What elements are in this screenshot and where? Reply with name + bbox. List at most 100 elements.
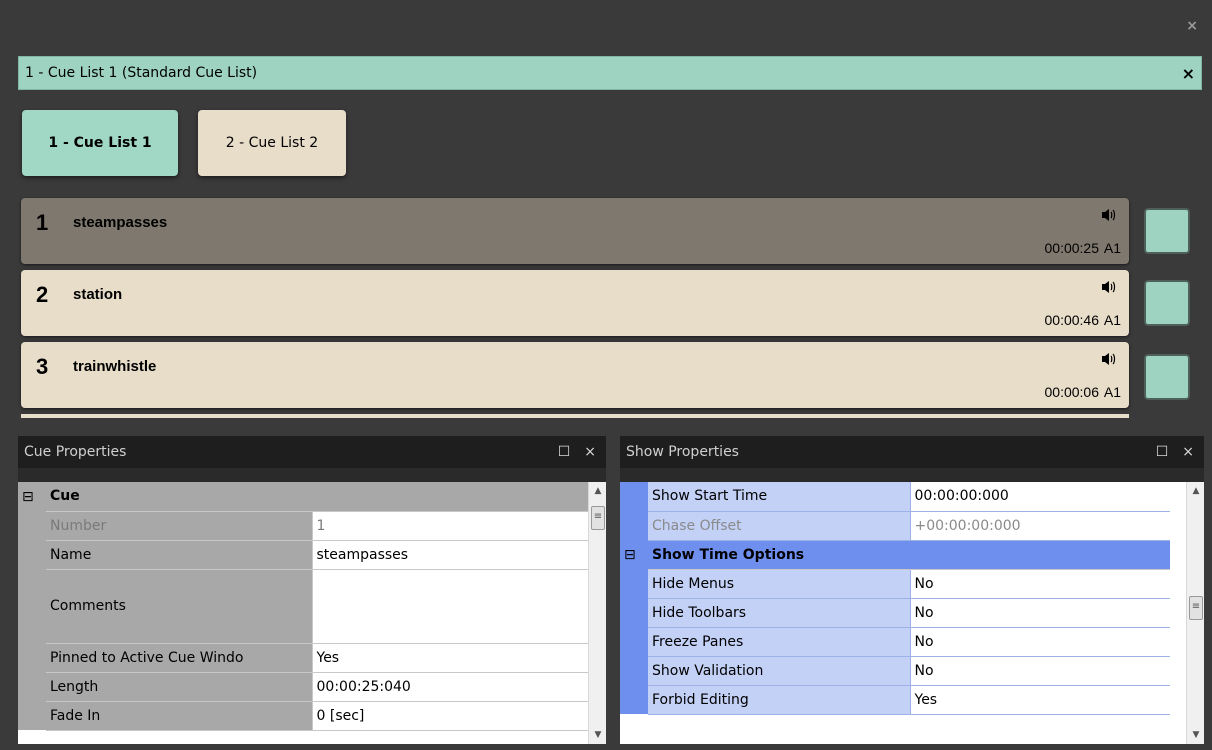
- category-label: Cue: [46, 482, 590, 512]
- property-row[interactable]: Fade In 0 [sec]: [18, 701, 590, 731]
- row-gutter: [18, 672, 46, 701]
- property-value[interactable]: 0 [sec]: [312, 701, 590, 731]
- vertical-scrollbar[interactable]: ▲ ≡ ▼: [1186, 482, 1204, 744]
- cue-name: steampasses: [73, 214, 168, 231]
- show-property-grid: Show Start Time 00:00:00:000 Chase Offse…: [620, 482, 1204, 744]
- property-value[interactable]: No: [910, 569, 1170, 599]
- property-label: Name: [46, 540, 313, 570]
- cue-go-button-3[interactable]: [1144, 354, 1190, 400]
- scroll-up-icon[interactable]: ▲: [1187, 482, 1204, 500]
- cue-number: 1: [36, 210, 49, 235]
- speaker-icon: [1101, 280, 1117, 298]
- vertical-scrollbar[interactable]: ▲ ≡ ▼: [588, 482, 606, 744]
- cue-row-2[interactable]: 2 station 00:00:46 A1: [21, 270, 1129, 336]
- cue-duration: 00:00:46: [1044, 312, 1100, 328]
- property-row[interactable]: Freeze Panes No: [620, 627, 1170, 657]
- property-value[interactable]: Yes: [910, 685, 1170, 715]
- panel-title: Cue Properties: [24, 444, 127, 460]
- property-row[interactable]: Chase Offset +00:00:00:000: [620, 511, 1170, 541]
- maximize-icon[interactable]: ☐: [558, 444, 571, 460]
- category-row[interactable]: ⊟ Cue: [18, 482, 590, 512]
- cue-list-title: 1 - Cue List 1 (Standard Cue List): [25, 65, 258, 81]
- cue-output: A1: [1103, 240, 1121, 256]
- row-gutter: [620, 656, 648, 685]
- window-close-button[interactable]: ×: [1186, 18, 1198, 34]
- property-value[interactable]: No: [910, 598, 1170, 628]
- speaker-icon: [1101, 352, 1117, 370]
- property-label: Forbid Editing: [648, 685, 911, 715]
- property-value: 1: [312, 511, 590, 541]
- cue-list: 1 steampasses 00:00:25 A1 2 station 00:0…: [18, 196, 1202, 418]
- scroll-up-icon[interactable]: ▲: [589, 482, 606, 500]
- row-gutter: [620, 569, 648, 598]
- cue-name: trainwhistle: [73, 358, 157, 375]
- cue-list-close-icon[interactable]: ×: [1182, 64, 1195, 83]
- property-row[interactable]: Number 1: [18, 511, 590, 541]
- cue-output: A1: [1103, 384, 1121, 400]
- scroll-thumb[interactable]: ≡: [591, 506, 605, 530]
- cue-number: 3: [36, 354, 49, 379]
- cue-number: 2: [36, 282, 49, 307]
- property-label: Show Validation: [648, 656, 911, 686]
- close-icon[interactable]: ×: [584, 444, 596, 460]
- cue-property-grid: ⊟ Cue Number 1 Name steampasses Comments…: [18, 482, 606, 744]
- property-value[interactable]: Yes: [312, 643, 590, 673]
- category-label: Show Time Options: [648, 540, 1170, 570]
- property-value[interactable]: steampasses: [312, 540, 590, 570]
- expander-icon[interactable]: ⊟: [620, 540, 648, 569]
- property-value[interactable]: No: [910, 656, 1170, 686]
- row-gutter: [620, 482, 648, 511]
- cue-go-button-1[interactable]: [1144, 208, 1190, 254]
- row-gutter: [18, 540, 46, 569]
- property-label: Hide Menus: [648, 569, 911, 599]
- property-row[interactable]: Forbid Editing Yes: [620, 685, 1170, 715]
- cue-row-3[interactable]: 3 trainwhistle 00:00:06 A1: [21, 342, 1129, 408]
- property-value: +00:00:00:000: [910, 511, 1170, 541]
- row-gutter: [620, 685, 648, 714]
- property-label: Freeze Panes: [648, 627, 911, 657]
- property-row[interactable]: Hide Menus No: [620, 569, 1170, 599]
- show-properties-titlebar: Show Properties ☐ ×: [620, 436, 1204, 468]
- speaker-icon: [1101, 208, 1117, 226]
- scroll-thumb[interactable]: ≡: [1189, 596, 1203, 620]
- property-value[interactable]: 00:00:00:000: [910, 482, 1170, 512]
- property-label: Show Start Time: [648, 482, 911, 512]
- property-label: Comments: [46, 569, 313, 644]
- close-icon[interactable]: ×: [1182, 444, 1194, 460]
- property-row[interactable]: Show Start Time 00:00:00:000: [620, 482, 1170, 512]
- show-properties-panel: Show Properties ☐ × Show Start Time 00:0…: [620, 436, 1204, 744]
- cue-list-tabs: 1 - Cue List 1 2 - Cue List 2: [22, 110, 346, 176]
- cue-row-4-partial: [21, 414, 1129, 418]
- property-value[interactable]: 00:00:25:040: [312, 672, 590, 702]
- property-row[interactable]: Pinned to Active Cue Windo Yes: [18, 643, 590, 673]
- property-label: Number: [46, 511, 313, 541]
- cue-name: station: [73, 286, 123, 303]
- category-row[interactable]: ⊟ Show Time Options: [620, 540, 1170, 570]
- property-label: Chase Offset: [648, 511, 911, 541]
- property-row[interactable]: Hide Toolbars No: [620, 598, 1170, 628]
- property-row[interactable]: Show Validation No: [620, 656, 1170, 686]
- cue-properties-titlebar: Cue Properties ☐ ×: [18, 436, 606, 468]
- row-gutter: [18, 569, 46, 643]
- property-value[interactable]: No: [910, 627, 1170, 657]
- property-row[interactable]: Comments: [18, 569, 590, 644]
- property-row[interactable]: Length 00:00:25:040: [18, 672, 590, 702]
- scroll-down-icon[interactable]: ▼: [1187, 726, 1204, 744]
- tab-cue-list-1[interactable]: 1 - Cue List 1: [22, 110, 178, 176]
- cue-list-header: 1 - Cue List 1 (Standard Cue List) ×: [18, 56, 1202, 90]
- row-gutter: [620, 511, 648, 540]
- cue-row-1[interactable]: 1 steampasses 00:00:25 A1: [21, 198, 1129, 264]
- scroll-down-icon[interactable]: ▼: [589, 726, 606, 744]
- property-label: Hide Toolbars: [648, 598, 911, 628]
- property-label: Length: [46, 672, 313, 702]
- property-label: Pinned to Active Cue Windo: [46, 643, 313, 673]
- property-value[interactable]: [312, 569, 590, 644]
- cue-duration: 00:00:25: [1044, 240, 1100, 256]
- tab-cue-list-2[interactable]: 2 - Cue List 2: [198, 110, 346, 176]
- cue-go-button-2[interactable]: [1144, 280, 1190, 326]
- row-gutter: [620, 598, 648, 627]
- maximize-icon[interactable]: ☐: [1156, 444, 1169, 460]
- property-row[interactable]: Name steampasses: [18, 540, 590, 570]
- row-gutter: [620, 627, 648, 656]
- expander-icon[interactable]: ⊟: [18, 482, 46, 511]
